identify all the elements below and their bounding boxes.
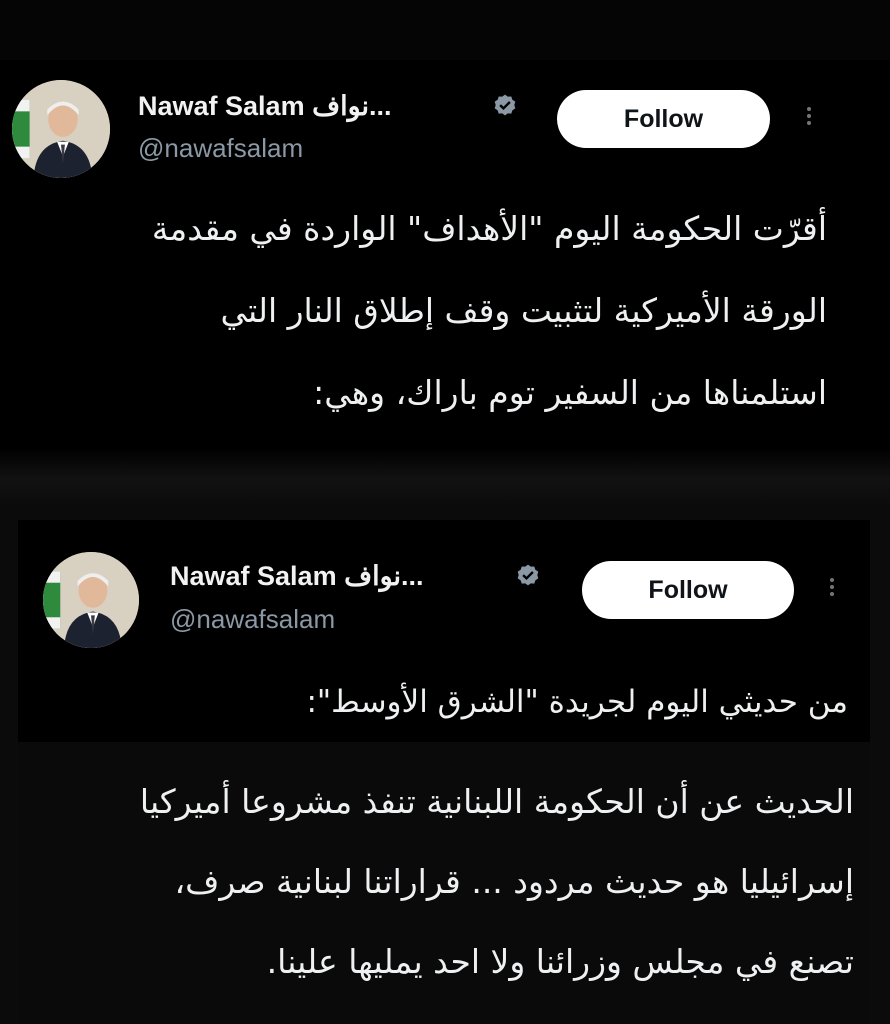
display-name[interactable]: Nawaf Salam نواف... [170,561,424,592]
display-name[interactable]: Nawaf Salam نواف... [138,91,392,122]
quote-text-line: تصنع في مجلس وزرائنا ولا احد يمليها علين… [266,942,854,981]
more-options-icon[interactable] [804,104,814,128]
handle[interactable]: @nawafsalam [138,133,303,164]
handle[interactable]: @nawafsalam [170,604,335,635]
tweet-text-line: من حديثي اليوم لجريدة "الشرق الأوسط": [306,684,848,720]
tweet-text-line: أقرّت الحكومة اليوم "الأهداف" الواردة في… [151,209,827,248]
quote-text-line: إسرائيليا هو حديث مردود ... قراراتنا لبن… [174,862,854,901]
screenshot-divider [0,448,890,506]
tweet-text-line: الورقة الأميركية لتثبيت وقف إطلاق النار … [220,291,827,330]
verified-badge-icon [494,94,516,116]
quote-text-line: الحديث عن أن الحكومة اللبنانية تنفذ مشرو… [139,782,854,821]
follow-button[interactable]: Follow [582,561,794,619]
top-dark-band [0,0,890,60]
tweet-text-line: استلمناها من السفير توم باراك، وهي: [313,373,827,412]
follow-button[interactable]: Follow [557,90,770,148]
avatar[interactable] [12,80,110,178]
more-options-icon[interactable] [827,575,837,599]
verified-badge-icon [517,564,539,586]
avatar[interactable] [43,552,139,648]
